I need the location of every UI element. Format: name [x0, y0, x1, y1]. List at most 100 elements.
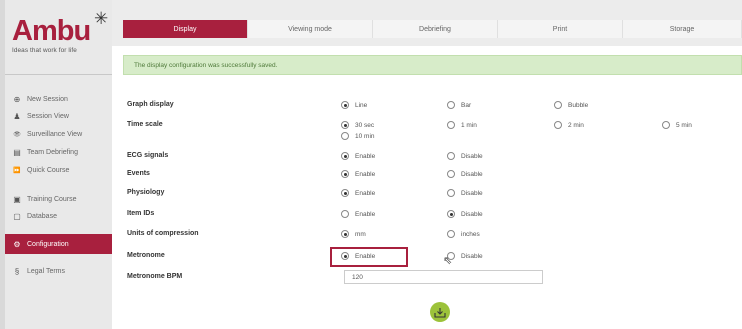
radio-label: Bubble — [568, 101, 589, 109]
tab-display[interactable]: Display — [123, 20, 248, 38]
tab-storage[interactable]: Storage — [623, 20, 742, 38]
radio-unselected-icon — [447, 152, 455, 160]
radio-label: Disable — [461, 252, 483, 260]
radio-time-10min[interactable]: 10 min — [341, 132, 375, 140]
success-alert: The display configuration was successful… — [123, 55, 742, 75]
radio-label: 30 sec — [355, 121, 375, 129]
radio-label: Enable — [355, 189, 376, 197]
database-icon: ▢ — [13, 211, 21, 221]
save-button[interactable] — [430, 302, 450, 322]
radio-label: mm — [355, 230, 366, 238]
sidebar-item-label: Quick Course — [27, 166, 70, 174]
radio-graph-bubble[interactable]: Bubble — [554, 101, 588, 109]
radio-selected-icon — [341, 170, 349, 178]
sidebar-item-training-course[interactable]: ▣ Training Course — [5, 191, 112, 207]
radio-units-inches[interactable]: inches — [447, 230, 480, 238]
sidebar-item-label: Surveillance View — [27, 130, 83, 138]
radio-label: Line — [355, 101, 368, 109]
sidebar-item-new-session[interactable]: ⊕ New Session — [5, 91, 112, 107]
sidebar-divider — [5, 74, 112, 75]
person-icon: ♟ — [13, 111, 21, 121]
radio-time-1min[interactable]: 1 min — [447, 121, 477, 129]
ambu-logo: Ambu ✳ Ideas that work for life — [12, 10, 108, 54]
sidebar-item-label: Legal Terms — [27, 267, 66, 275]
radio-unselected-icon — [554, 121, 562, 129]
radio-time-5min[interactable]: 5 min — [662, 121, 692, 129]
setting-label: Events — [127, 170, 150, 177]
radio-graph-bar[interactable]: Bar — [447, 101, 471, 109]
logo-tagline: Ideas that work for life — [12, 47, 77, 54]
save-download-icon — [434, 307, 446, 318]
radio-ecg-disable[interactable]: Disable — [447, 152, 483, 160]
radio-label: Disable — [461, 170, 483, 178]
radio-unselected-icon — [447, 230, 455, 238]
setting-label: Graph display — [127, 101, 174, 108]
sidebar-item-team-debriefing[interactable]: ▤ Team Debriefing — [5, 144, 112, 160]
radio-selected-icon — [341, 189, 349, 197]
sidebar-item-quick-course[interactable]: ⏩ Quick Course — [5, 162, 112, 178]
tab-print[interactable]: Print — [498, 20, 623, 38]
sidebar-item-surveillance-view[interactable]: 👁 Surveillance View — [5, 126, 112, 142]
radio-physiology-disable[interactable]: Disable — [447, 189, 483, 197]
radio-label: Enable — [355, 170, 376, 178]
radio-selected-icon — [341, 152, 349, 160]
radio-label: 10 min — [355, 132, 375, 140]
radio-label: 1 min — [461, 121, 477, 129]
setting-label: Units of compression — [127, 230, 199, 237]
sidebar-item-label: Team Debriefing — [27, 148, 78, 156]
radio-units-mm[interactable]: mm — [341, 230, 366, 238]
radio-time-2min[interactable]: 2 min — [554, 121, 584, 129]
radio-unselected-icon — [554, 101, 562, 109]
radio-selected-icon — [341, 230, 349, 238]
radio-unselected-icon — [447, 121, 455, 129]
radio-unselected-icon — [662, 121, 670, 129]
radio-ecg-enable[interactable]: Enable — [341, 152, 375, 160]
setting-label: Metronome — [127, 252, 165, 259]
radio-label: 2 min — [568, 121, 584, 129]
radio-label: 5 min — [676, 121, 692, 129]
radio-selected-icon — [341, 101, 349, 109]
radio-selected-icon — [341, 121, 349, 129]
setting-label: Item IDs — [127, 210, 155, 217]
radio-unselected-icon — [447, 189, 455, 197]
radio-time-30sec[interactable]: 30 sec — [341, 121, 374, 129]
tab-debriefing[interactable]: Debriefing — [373, 20, 498, 38]
radio-itemids-enable[interactable]: Enable — [341, 210, 375, 218]
sidebar: Ambu ✳ Ideas that work for life ⊕ New Se… — [5, 0, 112, 329]
sidebar-item-label: Configuration — [27, 240, 69, 248]
metronome-bpm-input[interactable]: 120 — [344, 270, 543, 284]
radio-graph-line[interactable]: Line — [341, 101, 367, 109]
radio-selected-icon — [447, 210, 455, 218]
radio-unselected-icon — [341, 132, 349, 140]
radio-unselected-icon — [447, 170, 455, 178]
logo-star-icon: ✳ — [94, 9, 109, 28]
setting-label: ECG signals — [127, 152, 169, 159]
setting-label: Time scale — [127, 121, 163, 128]
sidebar-item-label: New Session — [27, 95, 68, 103]
mouse-cursor-icon: ⇖ — [443, 255, 453, 267]
radio-events-enable[interactable]: Enable — [341, 170, 375, 178]
radio-unselected-icon — [341, 210, 349, 218]
sidebar-item-database[interactable]: ▢ Database — [5, 208, 112, 224]
sidebar-item-label: Training Course — [27, 195, 77, 203]
sidebar-item-configuration[interactable]: ⚙ Configuration — [5, 234, 112, 254]
wrench-icon: ⚙ — [13, 239, 21, 249]
square-dot-icon: ▣ — [13, 194, 21, 204]
radio-events-disable[interactable]: Disable — [447, 170, 483, 178]
radio-label: Disable — [461, 152, 483, 160]
tab-viewing-mode[interactable]: Viewing mode — [248, 20, 373, 38]
setting-label: Metronome BPM — [127, 273, 183, 280]
sidebar-item-label: Session View — [27, 112, 69, 120]
sidebar-item-legal-terms[interactable]: § Legal Terms — [5, 263, 112, 279]
radio-physiology-enable[interactable]: Enable — [341, 189, 375, 197]
radio-label: Enable — [355, 152, 376, 160]
radio-label: inches — [461, 230, 480, 238]
radio-metronome-disable[interactable]: Disable — [447, 252, 483, 260]
eye-icon: 👁 — [13, 131, 21, 138]
section-icon: § — [14, 266, 20, 276]
radio-label: Disable — [461, 210, 483, 218]
sidebar-item-session-view[interactable]: ♟ Session View — [5, 108, 112, 124]
radio-label: Bar — [461, 101, 472, 109]
radio-itemids-disable[interactable]: Disable — [447, 210, 483, 218]
document-icon: ▤ — [13, 147, 21, 157]
